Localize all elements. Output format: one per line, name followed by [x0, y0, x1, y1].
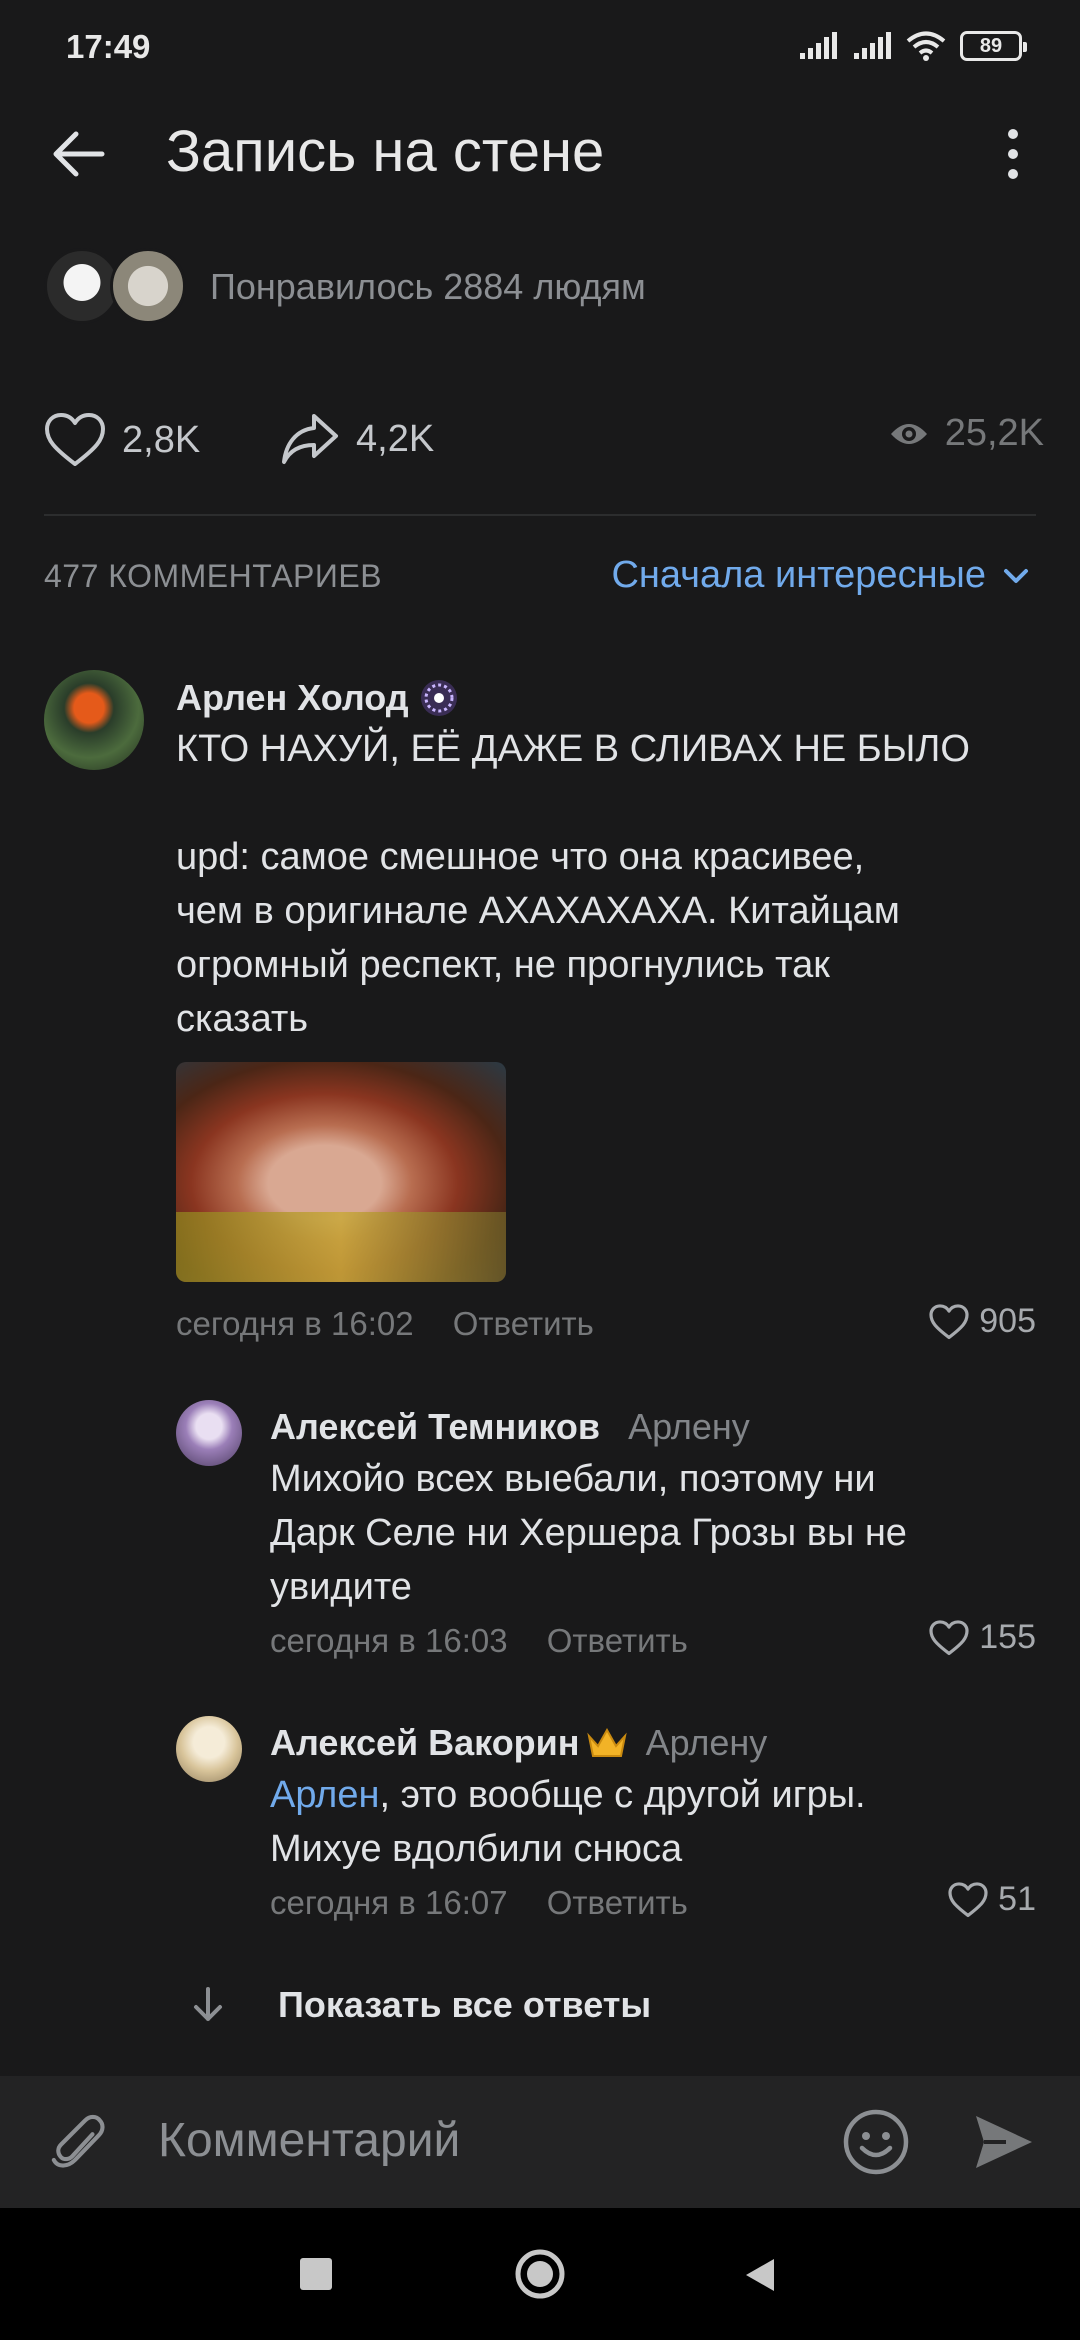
- reply-like-button[interactable]: 51: [948, 1880, 1036, 1919]
- comment-like-count: 905: [979, 1302, 1036, 1340]
- reply-like-count: 51: [998, 1880, 1036, 1918]
- reply-line: Михойо всех выебали, поэтому ни: [270, 1458, 876, 1500]
- show-all-label: Показать все ответы: [278, 1984, 652, 2025]
- view-count: 25,2K: [944, 412, 1044, 454]
- avatar: [110, 248, 186, 324]
- recent-apps-button[interactable]: [300, 2258, 332, 2290]
- reply-meta: сегодня в 16:07 Ответить: [270, 1884, 688, 1922]
- post-stats: 2,8K 4,2K 25,2K: [44, 412, 1044, 472]
- reply-link[interactable]: Ответить: [453, 1305, 594, 1342]
- reply-line: Дарк Селе ни Хершера Грозы вы не: [270, 1512, 907, 1554]
- comment-author[interactable]: Арлен Холод: [176, 676, 461, 720]
- avatar: [44, 248, 120, 324]
- reply-target: Арлену: [628, 1406, 750, 1447]
- reply-target: Арлену: [645, 1722, 768, 1763]
- heart-icon: [929, 1619, 969, 1655]
- signal-icon: [800, 32, 837, 59]
- mention-link[interactable]: Арлен: [270, 1774, 379, 1816]
- divider: [44, 514, 1036, 516]
- comments-count: 477 КОММЕНТАРИЕВ: [44, 558, 383, 594]
- comment-image[interactable]: [176, 1062, 506, 1282]
- reply-meta: сегодня в 16:03 Ответить: [270, 1622, 688, 1660]
- share-count: 4,2K: [356, 417, 435, 460]
- reply-like-count: 155: [979, 1618, 1036, 1656]
- comment-like-button[interactable]: 905: [929, 1302, 1036, 1341]
- avatar[interactable]: [44, 670, 144, 770]
- likers-avatars[interactable]: [44, 248, 186, 324]
- reply-link[interactable]: Ответить: [547, 1884, 688, 1921]
- comment-time: сегодня в 16:02: [176, 1305, 414, 1342]
- home-button[interactable]: [514, 2248, 566, 2300]
- like-button[interactable]: 2,8K: [44, 412, 200, 468]
- like-count: 2,8K: [122, 418, 201, 461]
- battery-indicator: 89: [960, 31, 1027, 61]
- comment-line: сказать: [176, 998, 309, 1040]
- reply-time: сегодня в 16:03: [270, 1622, 508, 1659]
- reply-time: сегодня в 16:07: [270, 1884, 508, 1921]
- chevron-down-icon: [1004, 568, 1028, 583]
- eye-icon: [890, 423, 927, 444]
- heart-icon: [929, 1303, 969, 1339]
- avatar[interactable]: [176, 1400, 242, 1466]
- comment-meta: сегодня в 16:02 Ответить: [176, 1305, 594, 1343]
- avatar[interactable]: [176, 1716, 242, 1782]
- reply-author[interactable]: Алексей Вакорин Арлену: [270, 1722, 767, 1764]
- author-name: Арлен Холод: [176, 677, 409, 718]
- comment-line: огромный респект, не прогнулись так: [176, 944, 830, 986]
- crown-icon: [586, 1727, 627, 1757]
- donut-badge-icon: [420, 680, 457, 716]
- sort-dropdown[interactable]: Сначала интересные: [611, 554, 1030, 597]
- status-bar: 17:49 89: [0, 0, 1080, 100]
- share-button[interactable]: 4,2K: [280, 412, 434, 466]
- comment-line: чем в оригинале АХАХАХАХА. Китайцам: [176, 890, 900, 932]
- reply-like-button[interactable]: 155: [929, 1618, 1036, 1657]
- heart-icon: [45, 413, 105, 466]
- reply-text: Михойо всех выебали, поэтому ни Дарк Сел…: [270, 1452, 1060, 1614]
- show-all-replies-button[interactable]: Показать все ответы: [190, 1984, 651, 2026]
- author-name: Алексей Темников: [270, 1406, 601, 1447]
- page-title: Запись на стене: [166, 119, 605, 184]
- reply-author[interactable]: Алексей Темников Арлену: [270, 1406, 750, 1448]
- status-icons: 89: [798, 30, 1027, 62]
- author-name: Алексей Вакорин: [270, 1722, 580, 1763]
- emoji-icon[interactable]: [842, 2108, 910, 2176]
- sort-label: Сначала интересные: [611, 554, 986, 596]
- liked-by-text[interactable]: Понравилось 2884 людям: [210, 266, 646, 308]
- reply-line: увидите: [270, 1566, 412, 1608]
- attach-icon[interactable]: [48, 2110, 112, 2178]
- status-time: 17:49: [66, 28, 151, 65]
- reply-link[interactable]: Ответить: [547, 1622, 688, 1659]
- heart-icon: [948, 1881, 988, 1917]
- share-icon: [282, 414, 338, 464]
- send-icon[interactable]: [972, 2110, 1036, 2174]
- reply-line: Арлен, это вообще с другой игры.: [270, 1768, 1060, 1822]
- views: 25,2K: [889, 412, 1044, 455]
- comment-line: КТО НАХУЙ, ЕЁ ДАЖЕ В СЛИВАХ НЕ БЫЛО: [176, 728, 970, 770]
- reply-text: Арлен, это вообще с другой игры. Михуе в…: [270, 1768, 1060, 1876]
- comment-line: upd: самое смешное что она красивее,: [176, 836, 865, 878]
- back-button[interactable]: [742, 2256, 778, 2294]
- arrow-down-icon: [194, 1987, 222, 2021]
- wifi-icon: [906, 31, 946, 61]
- comment-text: КТО НАХУЙ, ЕЁ ДАЖЕ В СЛИВАХ НЕ БЫЛО upd:…: [176, 722, 1036, 1046]
- signal-icon: [854, 32, 891, 59]
- back-arrow-icon[interactable]: [46, 122, 110, 186]
- reply-line: Михуе вдолбили снюса: [270, 1828, 683, 1870]
- more-options-icon[interactable]: [990, 122, 1040, 186]
- comment-input[interactable]: Комментарий: [158, 2113, 460, 2168]
- reply-line-rest: , это вообще с другой игры.: [379, 1774, 866, 1816]
